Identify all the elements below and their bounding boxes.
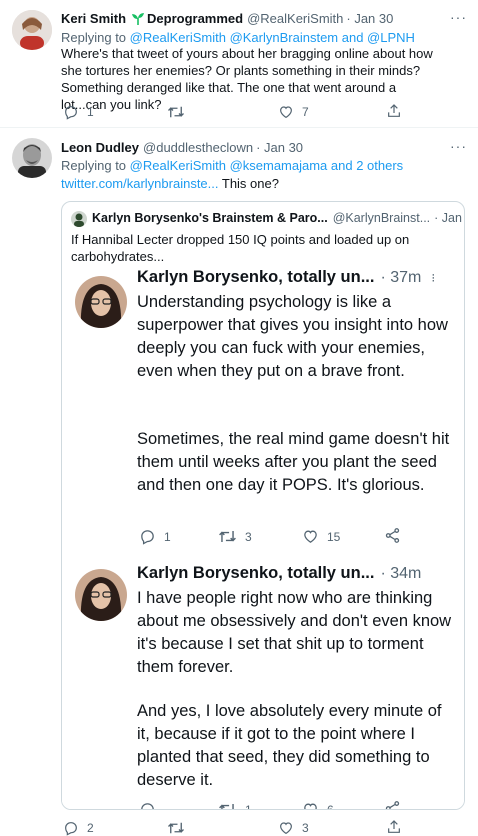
screenshot-author-name: Karlyn Borysenko, totally un... (137, 268, 375, 286)
heart-icon (280, 822, 292, 835)
screenshot-text: Understanding psychology is like a super… (137, 293, 448, 380)
retweet-icon (168, 106, 184, 118)
sprout-icon (131, 12, 145, 26)
retweet-button[interactable] (167, 820, 193, 836)
author-name[interactable]: Keri Smith (61, 11, 126, 26)
reply-icon (141, 803, 154, 809)
retweet-icon (168, 822, 184, 834)
screenshot-like: 15 (302, 528, 340, 545)
share-nodes-icon (385, 801, 400, 809)
screenshot-retweet: 3 (218, 528, 252, 545)
reply-count: 2 (87, 821, 94, 835)
screenshot-time: · 34m (380, 565, 422, 582)
quoted-avatar (71, 211, 87, 227)
quoted-tweet-text: If Hannibal Lecter dropped 150 IQ points… (71, 232, 410, 264)
more-options-icon[interactable]: ··· (450, 138, 467, 154)
screenshot-share (384, 527, 409, 544)
avatar-keri-smith[interactable] (12, 10, 52, 50)
tweet-link[interactable]: twitter.com/karlynbrainste... (61, 176, 219, 191)
share-button[interactable] (386, 819, 410, 835)
quoted-tweet[interactable]: Karlyn Borysenko's Brainstem & Paro... @… (61, 201, 465, 810)
screenshot-retweet-count: 3 (245, 529, 252, 544)
tweet-text: Where's that tweet of yours about her br… (61, 46, 433, 112)
reply-icon (65, 822, 77, 836)
heart-icon (304, 530, 317, 543)
screenshot-avatar (75, 276, 127, 328)
screenshot-time: · 37m (380, 269, 422, 286)
replying-to-line: Replying to @RealKeriSmith @ksemamajama … (61, 158, 404, 173)
quoted-image[interactable]: Karlyn Borysenko, totally un... · 37m ⁝ … (62, 266, 464, 809)
heart-icon (280, 106, 292, 119)
screenshot-author-name: Karlyn Borysenko, totally un... (137, 564, 375, 582)
like-button[interactable]: 3 (278, 820, 309, 836)
reply-icon (141, 530, 154, 545)
screenshot-more-icon: ⁝ (431, 271, 436, 285)
screenshot-text: Sometimes, the real mind game doesn't hi… (137, 430, 450, 494)
author-handle[interactable]: @duddlestheclown (143, 140, 253, 155)
screenshot-retweet: 1 (218, 801, 252, 809)
replying-to-mentions[interactable]: @RealKeriSmith @KarlynBrainstem and @LPN… (130, 30, 415, 45)
retweet-button[interactable] (167, 104, 193, 120)
screenshot-reply-count: 1 (164, 529, 171, 544)
screenshot-like-count: 15 (327, 529, 341, 544)
like-button[interactable]: 7 (278, 104, 309, 120)
author-handle[interactable]: @RealKeriSmith (247, 11, 343, 26)
reply-count: 1 (87, 105, 94, 119)
reply-button[interactable]: 2 (63, 820, 94, 836)
like-count: 7 (302, 105, 309, 119)
tweet-date[interactable]: · Jan 30 (256, 140, 303, 155)
retweet-icon (219, 530, 236, 543)
screenshot-like: 6 (302, 801, 334, 809)
share-icon (388, 104, 400, 117)
share-button[interactable] (386, 103, 410, 119)
tweet-divider (0, 127, 478, 128)
reply-button[interactable]: 1 (63, 104, 94, 120)
avatar-leon-dudley[interactable] (12, 138, 52, 178)
screenshot-avatar (75, 569, 127, 621)
like-count: 3 (302, 821, 309, 835)
screenshot-text: And yes, I love absolutely every minute … (137, 702, 442, 789)
screenshot-reply (139, 801, 164, 809)
screenshot-text: I have people right now who are thinking… (137, 589, 452, 676)
more-options-icon[interactable]: ··· (450, 9, 467, 25)
tweet-text: twitter.com/karlynbrainste... This one? (61, 176, 279, 191)
retweet-icon (219, 803, 234, 809)
reply-icon (65, 106, 77, 120)
tweet-date[interactable]: · Jan 30 (346, 11, 393, 26)
share-icon (388, 820, 400, 833)
heart-icon (304, 803, 317, 809)
replying-to-line: Replying to @RealKeriSmith @KarlynBrains… (61, 30, 415, 45)
replying-to-mentions[interactable]: @RealKeriSmith @ksemamajama and 2 others (130, 158, 404, 173)
quoted-tweet-date: · Jan 14 (434, 211, 464, 225)
quoted-author-name: Karlyn Borysenko's Brainstem & Paro... (92, 211, 328, 225)
quoted-author-handle: @KarlynBrainst... (332, 211, 431, 225)
screenshot-reply: 1 (139, 528, 171, 545)
share-nodes-icon (385, 528, 400, 543)
author-name[interactable]: Leon Dudley (61, 140, 139, 155)
screenshot-share (384, 800, 409, 809)
author-badge-name[interactable]: Deprogrammed (147, 11, 243, 26)
